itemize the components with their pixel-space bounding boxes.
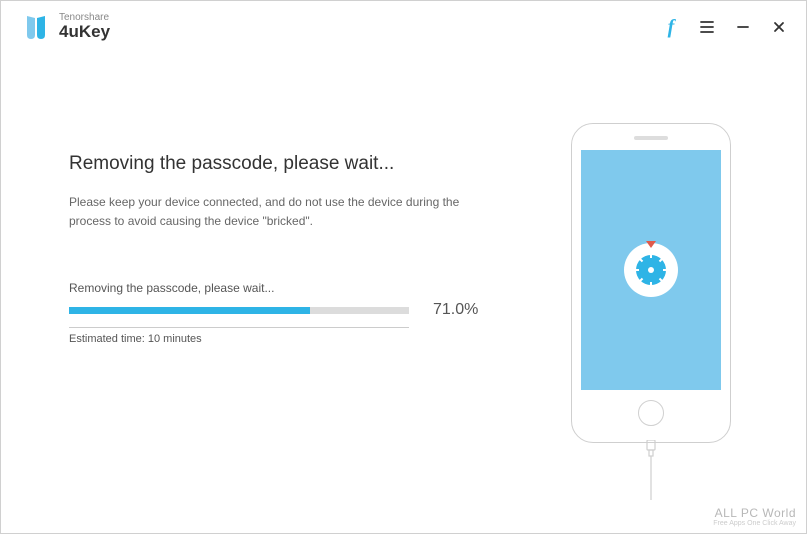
titlebar: Tenorshare 4uKey f <box>1 1 806 53</box>
brand-logo-icon <box>23 13 49 41</box>
progress-area: Removing the passcode, please wait... 71… <box>69 281 509 345</box>
watermark-title: ALL PC World <box>713 506 796 520</box>
app-window: Tenorshare 4uKey f Removing the passcode… <box>0 0 807 534</box>
phone-speaker-icon <box>634 136 668 140</box>
menu-icon[interactable] <box>698 18 716 36</box>
main-subtext: Please keep your device connected, and d… <box>69 193 489 231</box>
minimize-icon[interactable] <box>734 18 752 36</box>
dial-marker-icon <box>646 241 656 248</box>
watermark-subtitle: Free Apps One Click Away <box>713 520 796 527</box>
progress-row: 71.0% <box>69 301 509 319</box>
progress-label: Removing the passcode, please wait... <box>69 281 509 295</box>
watermark: ALL PC World Free Apps One Click Away <box>713 506 796 527</box>
phone-screen <box>581 150 721 390</box>
left-panel: Removing the passcode, please wait... Pl… <box>69 113 536 513</box>
brand: Tenorshare 4uKey <box>23 13 110 41</box>
right-panel <box>536 113 766 513</box>
brand-product: 4uKey <box>59 23 110 41</box>
dial-spokes-icon <box>636 255 666 285</box>
phone-illustration <box>571 123 731 443</box>
phone-home-button-icon <box>638 400 664 426</box>
dial-icon <box>624 243 678 297</box>
window-controls: f <box>662 18 788 36</box>
main-heading: Removing the passcode, please wait... <box>69 153 536 175</box>
progress-fill <box>69 307 310 314</box>
brand-text: Tenorshare 4uKey <box>59 13 110 41</box>
facebook-icon[interactable]: f <box>662 18 680 36</box>
cable-icon <box>641 440 661 500</box>
estimated-time: Estimated time: 10 minutes <box>69 327 409 345</box>
content-area: Removing the passcode, please wait... Pl… <box>1 53 806 533</box>
close-icon[interactable] <box>770 18 788 36</box>
progress-bar <box>69 307 409 314</box>
progress-percent: 71.0% <box>433 301 478 319</box>
